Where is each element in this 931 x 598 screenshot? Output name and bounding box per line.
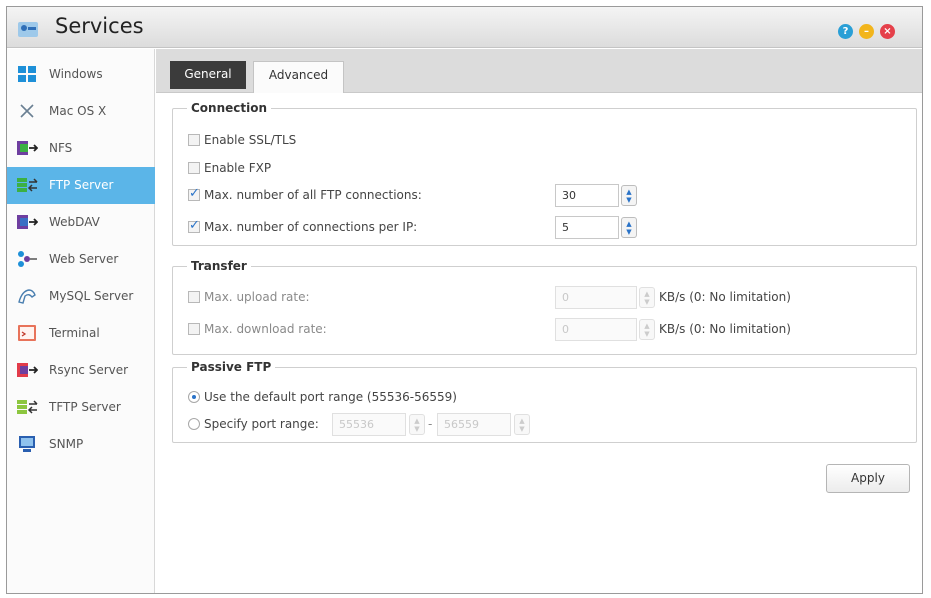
enable-ssl-tls-checkbox[interactable] — [188, 134, 200, 146]
enable-fxp-row: Enable FXP — [188, 161, 271, 175]
windows-icon — [18, 66, 36, 82]
sidebar-item-label: Mac OS X — [49, 104, 107, 118]
sidebar-item-web-server[interactable]: Web Server — [7, 241, 155, 278]
sidebar-item-terminal[interactable]: Terminal — [7, 315, 155, 352]
max-connections-per-ip-stepper[interactable]: ▲ ▼ — [621, 217, 637, 238]
max-download-rate-checkbox[interactable] — [188, 323, 200, 335]
transfer-group: Transfer — [172, 259, 917, 355]
max-connections-per-ip-checkbox[interactable] — [188, 218, 200, 233]
sidebar-item-label: NFS — [49, 141, 73, 155]
sidebar-item-snmp[interactable]: SNMP — [7, 426, 155, 463]
max-all-connections-stepper[interactable]: ▲ ▼ — [621, 185, 637, 206]
sidebar: Windows Mac OS X NFS FTP Server WebDAV W… — [7, 49, 155, 593]
default-port-range-row: Use the default port range (55536-56559) — [188, 390, 457, 404]
sidebar-item-ftp-server[interactable]: FTP Server — [7, 167, 155, 204]
connection-legend: Connection — [191, 101, 268, 115]
title-bar: Services ? – × — [7, 7, 922, 48]
sidebar-item-mac-os-x[interactable]: Mac OS X — [7, 93, 155, 130]
sidebar-item-label: MySQL Server — [49, 289, 134, 303]
upload-rate-unit: KB/s (0: No limitation) — [659, 290, 791, 304]
nfs-icon — [17, 141, 38, 155]
mac-os-x-icon — [20, 104, 34, 118]
sidebar-item-rsync-server[interactable]: Rsync Server — [7, 352, 155, 389]
enable-fxp-label: Enable FXP — [204, 161, 272, 175]
rsync-server-icon — [17, 363, 38, 377]
sidebar-item-label: FTP Server — [49, 178, 114, 192]
transfer-legend: Transfer — [191, 259, 247, 273]
sidebar-item-label: TFTP Server — [49, 400, 121, 414]
sidebar-item-label: Rsync Server — [49, 363, 129, 377]
port-range-from-stepper[interactable]: ▲ ▼ — [409, 414, 425, 435]
sidebar-item-windows[interactable]: Windows — [7, 56, 155, 93]
max-connections-per-ip-label: Max. number of connections per IP: — [204, 220, 418, 234]
max-upload-rate-input[interactable]: 0 — [555, 286, 637, 309]
enable-ssl-tls-label: Enable SSL/TLS — [204, 133, 297, 147]
port-range-from-input[interactable]: 55536 — [332, 413, 406, 436]
sidebar-item-tftp-server[interactable]: TFTP Server — [7, 389, 155, 426]
max-all-connections-row: Max. number of all FTP connections: — [188, 186, 422, 202]
max-all-connections-checkbox[interactable] — [188, 186, 200, 201]
max-upload-rate-stepper[interactable]: ▲ ▼ — [639, 287, 655, 308]
port-range-to-stepper[interactable]: ▲ ▼ — [514, 414, 530, 435]
tftp-server-icon — [17, 400, 38, 414]
sidebar-item-label: WebDAV — [49, 215, 100, 229]
tab-advanced[interactable]: Advanced — [253, 61, 344, 93]
default-port-range-label: Use the default port range (55536-56559) — [204, 390, 457, 404]
services-app-icon — [18, 22, 38, 37]
mysql-server-icon — [18, 289, 36, 304]
max-connections-per-ip-input[interactable]: 5 — [555, 216, 619, 239]
webdav-icon — [17, 215, 38, 229]
max-download-rate-label: Max. download rate: — [204, 322, 327, 336]
sidebar-item-label: Terminal — [49, 326, 100, 340]
port-range-to-input[interactable]: 56559 — [437, 413, 511, 436]
max-download-rate-row: Max. download rate: — [188, 322, 327, 336]
specify-port-range-row: Specify port range: — [188, 417, 319, 431]
enable-fxp-checkbox[interactable] — [188, 162, 200, 174]
sidebar-item-label: Windows — [49, 67, 103, 81]
default-port-range-radio[interactable] — [188, 391, 200, 403]
terminal-icon — [18, 325, 36, 341]
max-upload-rate-label: Max. upload rate: — [204, 290, 310, 304]
max-download-rate-input[interactable]: 0 — [555, 318, 637, 341]
download-rate-unit: KB/s (0: No limitation) — [659, 322, 791, 336]
sidebar-item-webdav[interactable]: WebDAV — [7, 204, 155, 241]
tab-general[interactable]: General — [170, 61, 246, 89]
max-download-rate-stepper[interactable]: ▲ ▼ — [639, 319, 655, 340]
help-button[interactable]: ? — [838, 24, 853, 39]
sidebar-item-label: SNMP — [49, 437, 84, 451]
close-button[interactable]: × — [880, 24, 895, 39]
sidebar-item-nfs[interactable]: NFS — [7, 130, 155, 167]
snmp-icon — [19, 436, 35, 452]
web-server-icon — [18, 251, 37, 267]
ftp-server-icon — [17, 178, 38, 192]
enable-ssl-tls-row: Enable SSL/TLS — [188, 133, 296, 147]
passive-ftp-legend: Passive FTP — [191, 360, 272, 374]
specify-port-range-radio[interactable] — [188, 418, 200, 430]
sidebar-item-label: Web Server — [49, 252, 119, 266]
minimize-button[interactable]: – — [859, 24, 874, 39]
specify-port-range-label: Specify port range: — [204, 417, 319, 431]
window-title: Services — [55, 14, 144, 38]
max-all-connections-label: Max. number of all FTP connections: — [204, 188, 422, 202]
max-all-connections-input[interactable]: 30 — [555, 184, 619, 207]
max-upload-rate-checkbox[interactable] — [188, 291, 200, 303]
tab-bar: General Advanced — [156, 49, 922, 93]
sidebar-item-mysql-server[interactable]: MySQL Server — [7, 278, 155, 315]
port-range-separator: - — [428, 417, 433, 431]
max-connections-per-ip-row: Max. number of connections per IP: — [188, 218, 418, 234]
apply-button[interactable]: Apply — [826, 464, 910, 493]
max-upload-rate-row: Max. upload rate: — [188, 290, 310, 304]
services-window: Services ? – × Windows Mac OS X NFS FTP … — [6, 6, 923, 594]
